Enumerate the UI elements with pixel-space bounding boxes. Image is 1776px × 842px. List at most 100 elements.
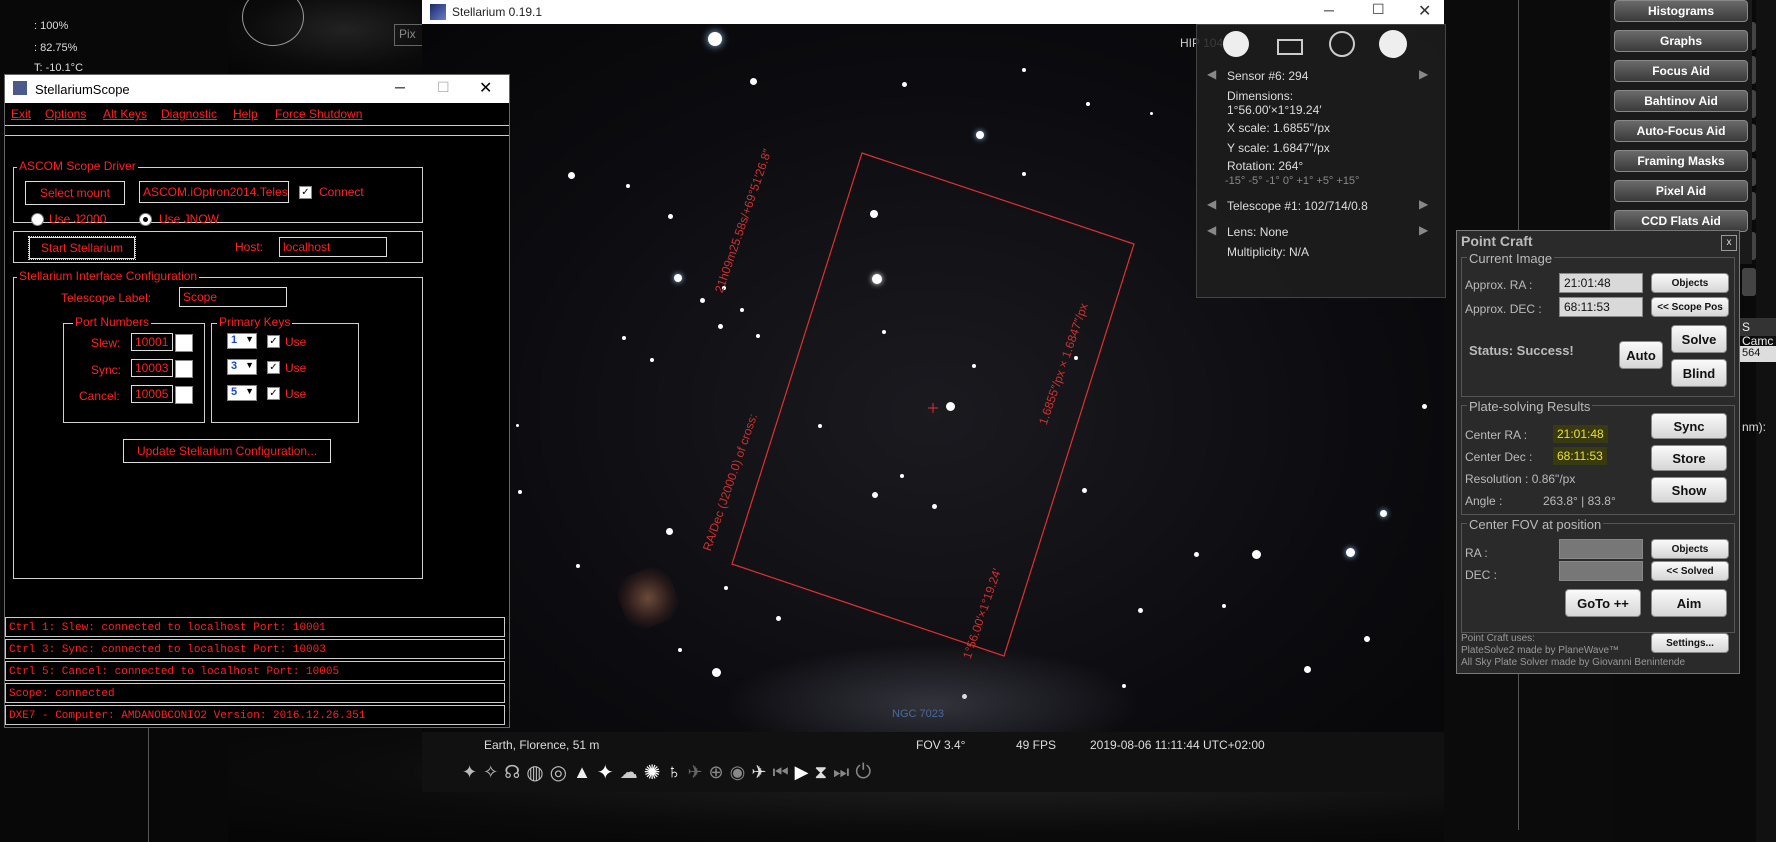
pc-close-button[interactable]: x: [1721, 235, 1737, 251]
approx-dec-field[interactable]: 68:11:53: [1559, 297, 1643, 317]
target-icon[interactable]: [1329, 31, 1355, 57]
next-lens-icon[interactable]: ▶: [1419, 223, 1428, 237]
connect-checkbox[interactable]: ✓: [299, 186, 312, 199]
maximize-icon[interactable]: ☐: [1372, 1, 1385, 18]
location-label[interactable]: Earth, Florence, 51 m: [484, 738, 599, 752]
store-button[interactable]: Store: [1651, 445, 1727, 471]
sync-button[interactable]: Sync: [1651, 413, 1727, 439]
select-mount-button[interactable]: Select mount: [25, 181, 125, 205]
auto-button[interactable]: Auto: [1619, 341, 1663, 369]
solve-button[interactable]: Solve: [1671, 325, 1727, 353]
driver-field[interactable]: ASCOM.iOptron2014.Teles: [139, 181, 289, 203]
settings-button[interactable]: Settings...: [1651, 633, 1729, 653]
j2000-radio[interactable]: [31, 213, 44, 226]
aim-button[interactable]: Aim: [1651, 589, 1727, 617]
stellariumscope-title: StellariumScope: [35, 82, 130, 97]
deep-sky-icon[interactable]: ✺: [644, 760, 661, 785]
satellites-icon[interactable]: ✈: [687, 762, 702, 783]
graphs-button[interactable]: Graphs: [1614, 30, 1748, 52]
menu-exit[interactable]: Exit: [11, 107, 31, 121]
cancel-spinner-icon[interactable]: [175, 386, 193, 404]
blind-button[interactable]: Blind: [1671, 359, 1727, 387]
prev-sensor-icon[interactable]: ◀: [1207, 67, 1216, 81]
prev-lens-icon[interactable]: ◀: [1207, 223, 1216, 237]
auto-focus-aid-button[interactable]: Auto-Focus Aid: [1614, 120, 1748, 142]
approx-ra-field[interactable]: 21:01:48: [1559, 273, 1643, 293]
constellation-labels-icon[interactable]: ✧: [483, 762, 498, 783]
time-rewind-icon[interactable]: ⏮: [772, 762, 788, 783]
ground-icon[interactable]: ▲: [573, 762, 591, 783]
datetime-status[interactable]: 2019-08-06 11:11:44 UTC+02:00: [1090, 738, 1265, 752]
key3-select[interactable]: 3 ▼: [227, 359, 257, 375]
ra-label: RA :: [1465, 546, 1488, 560]
start-stellarium-button[interactable]: Start Stellarium: [28, 236, 136, 260]
telescope-icon[interactable]: [1379, 30, 1407, 58]
menu-help[interactable]: Help: [233, 107, 258, 121]
key1-use-checkbox[interactable]: ✓: [267, 335, 280, 348]
azimuthal-grid-icon[interactable]: ◎: [550, 760, 567, 785]
framing-masks-button[interactable]: Framing Masks: [1614, 150, 1748, 172]
slew-spinner-icon[interactable]: [175, 334, 193, 352]
slew-port-field[interactable]: 10001: [131, 333, 173, 351]
key5-use-checkbox[interactable]: ✓: [267, 387, 280, 400]
scope-pos-button[interactable]: << Scope Pos: [1651, 297, 1729, 317]
prev-telescope-icon[interactable]: ◀: [1207, 197, 1216, 211]
cancel-port-field[interactable]: 10005: [131, 385, 173, 403]
pc-title: Point Craft: [1461, 233, 1533, 249]
menu-alt-keys[interactable]: Alt Keys: [103, 107, 147, 121]
stellarium-window: Stellarium 0.19.1 ─ ☐ ✕ 21h09m25.58s/+69…: [422, 0, 1446, 792]
atmosphere-icon[interactable]: ☁: [620, 762, 638, 783]
quit-icon[interactable]: ⏻: [855, 761, 871, 784]
cardinal-points-icon[interactable]: ✦: [597, 760, 614, 785]
key1-select[interactable]: 1 ▼: [227, 333, 257, 349]
night-mode-icon[interactable]: ◉: [730, 762, 746, 783]
sync-port-field[interactable]: 10003: [131, 359, 173, 377]
focus-aid-button[interactable]: Focus Aid: [1614, 60, 1748, 82]
next-telescope-icon[interactable]: ▶: [1419, 197, 1428, 211]
pixel-aid-button[interactable]: Pixel Aid: [1614, 180, 1748, 202]
center-ra-label: Center RA :: [1465, 428, 1528, 442]
host-field[interactable]: localhost: [279, 237, 387, 257]
ra-field[interactable]: [1559, 539, 1643, 559]
resolution-label: Resolution : 0.86"/px: [1465, 472, 1576, 486]
telescope-label-field[interactable]: Scope: [179, 287, 287, 307]
time-forward-icon[interactable]: ⏭: [833, 762, 849, 783]
constellation-art-icon[interactable]: ☊: [504, 762, 520, 783]
ss-maximize-icon[interactable]: ☐: [437, 79, 450, 96]
ss-close-icon[interactable]: ✕: [479, 78, 492, 98]
time-play-icon[interactable]: ▶: [795, 762, 809, 783]
stellariumscope-titlebar: StellariumScope ─ ☐ ✕: [5, 75, 509, 103]
sync-spinner-icon[interactable]: [175, 360, 193, 378]
telescope-control-icon[interactable]: ✈: [751, 762, 766, 783]
time-now-icon[interactable]: ⧗: [815, 762, 828, 783]
dec-field[interactable]: [1559, 561, 1643, 581]
minimize-icon[interactable]: ─: [1324, 2, 1334, 18]
solved-button[interactable]: << Solved: [1651, 561, 1729, 581]
objects-2-button[interactable]: Objects: [1651, 539, 1729, 559]
ss-minimize-icon[interactable]: ─: [395, 79, 405, 95]
menu-diagnostic[interactable]: Diagnostic: [161, 107, 217, 121]
show-button[interactable]: Show: [1651, 477, 1727, 503]
footer-line3: All Sky Plate Solver made by Giovanni Be…: [1461, 657, 1686, 668]
bahtinov-aid-button[interactable]: Bahtinov Aid: [1614, 90, 1748, 112]
planet-labels-icon[interactable]: ♄: [666, 761, 681, 784]
menu-force-shutdown[interactable]: Force Shutdown: [275, 107, 362, 121]
key5-select[interactable]: 5 ▼: [227, 385, 257, 401]
key3-use-checkbox[interactable]: ✓: [267, 361, 280, 374]
menu-options[interactable]: Options: [45, 107, 86, 121]
next-sensor-icon[interactable]: ▶: [1419, 67, 1428, 81]
constellation-lines-icon[interactable]: ✦: [462, 762, 477, 783]
update-config-button[interactable]: Update Stellarium Configuration...: [123, 439, 331, 463]
close-icon[interactable]: ✕: [1418, 1, 1431, 21]
sensor-icon[interactable]: [1277, 39, 1303, 55]
histograms-button[interactable]: Histograms: [1614, 0, 1748, 22]
footer-line2: PlateSolve2 made by PlaneWave™: [1461, 645, 1620, 656]
ocular-icon[interactable]: [1223, 31, 1249, 57]
equatorial-grid-icon[interactable]: ◍: [526, 760, 543, 785]
ocular-view-icon[interactable]: ⊕: [709, 762, 724, 783]
ccd-flats-aid-button[interactable]: CCD Flats Aid: [1614, 210, 1748, 232]
objects-button[interactable]: Objects: [1651, 273, 1729, 293]
goto-button[interactable]: GoTo ++: [1565, 589, 1641, 617]
rotation-ticks[interactable]: -15° -5° -1° 0° +1° +5° +15°: [1225, 175, 1359, 187]
jnow-radio[interactable]: [139, 213, 152, 226]
